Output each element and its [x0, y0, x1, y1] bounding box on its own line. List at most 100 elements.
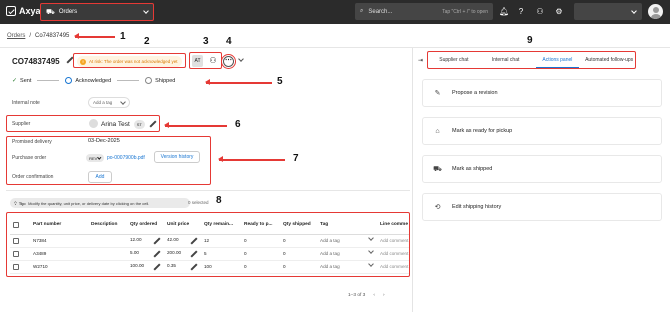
annotation-label-2: 2: [144, 36, 150, 47]
cell-tag[interactable]: Add a tag: [317, 247, 377, 261]
organization-selector[interactable]: [574, 3, 642, 20]
col-line-comment[interactable]: Line comme: [377, 216, 409, 235]
cell-description[interactable]: [88, 234, 127, 248]
action-label: Mark as ready for pickup: [452, 128, 513, 134]
supplier-name[interactable]: Arina Test ST: [101, 120, 156, 129]
cell-line-comment[interactable]: Add comment: [377, 247, 409, 261]
table-header-row: Part number Description Qty ordered Unit…: [10, 216, 409, 235]
propose-revision-action[interactable]: ✎ Propose a revision: [422, 79, 662, 107]
search-placeholder: Search...: [368, 8, 393, 15]
cell-qty-remaining: 5: [201, 247, 241, 261]
user-avatar[interactable]: [648, 4, 663, 19]
col-ready-to-pickup[interactable]: Ready to p...: [241, 216, 280, 235]
annotation-arrow-7: [218, 156, 285, 162]
col-unit-price[interactable]: Unit price: [164, 216, 201, 235]
prev-page-icon[interactable]: ‹: [373, 293, 375, 298]
edit-pencil-icon[interactable]: [153, 251, 160, 258]
qty-value: 100.00: [130, 262, 145, 268]
annotation-arrow-1: [74, 33, 115, 39]
tip-label: Tip:: [18, 200, 27, 206]
edit-shipping-history-action[interactable]: ⟲ Edit shipping history: [422, 193, 662, 221]
next-page-icon[interactable]: ›: [383, 293, 385, 298]
cell-line-comment[interactable]: Add comment: [377, 260, 409, 274]
cell-qty-ordered[interactable]: 5.00: [127, 247, 164, 261]
panel-divider: [412, 48, 413, 312]
module-label: Orders: [58, 9, 78, 15]
col-qty-shipped[interactable]: Qty shipped: [280, 216, 317, 235]
cell-qty-ordered[interactable]: 100.00: [127, 260, 164, 274]
chevron-down-icon: [368, 235, 374, 241]
promised-delivery-value[interactable]: 03-Dec-2025: [88, 138, 120, 144]
cell-ready-to-pickup[interactable]: 0: [241, 234, 280, 248]
row-checkbox[interactable]: [10, 247, 30, 261]
cell-line-comment[interactable]: Add comment: [377, 234, 409, 248]
module-selector[interactable]: ⛟ Orders: [40, 3, 154, 21]
top-bar: Axya ⛟ Orders ⌕ Search... Tap "Ctrl + /"…: [0, 0, 670, 24]
order-id: CO74837495: [12, 57, 60, 66]
select-all-checkbox[interactable]: [10, 216, 30, 235]
cell-ready-to-pickup[interactable]: 0: [241, 247, 280, 261]
cell-qty-shipped: 0: [280, 260, 317, 274]
truck-icon: ⛟: [433, 165, 442, 173]
app-logo[interactable]: Axya: [6, 6, 41, 16]
annotation-arrow-6: [164, 122, 227, 128]
tip-text: Modify the quantity, unit price, or deli…: [28, 200, 150, 206]
edit-pencil-icon[interactable]: [153, 238, 160, 245]
in-progress-icon: [65, 77, 73, 84]
cell-part-number: W2710: [30, 260, 88, 274]
global-search[interactable]: ⌕ Search... Tap "Ctrl + /" to open: [355, 3, 493, 20]
po-file-link[interactable]: po-0007900b.pdf: [107, 155, 145, 161]
col-qty-ordered[interactable]: Qty ordered: [127, 216, 164, 235]
add-user-icon[interactable]: ⚇: [535, 7, 545, 17]
add-confirmation-button[interactable]: Add: [88, 171, 112, 183]
supplier-name-text: Arina Test: [101, 121, 130, 128]
checkmark-icon: ✓: [12, 78, 18, 84]
edit-pencil-icon[interactable]: [153, 264, 160, 271]
mark-shipped-action[interactable]: ⛟ Mark as shipped: [422, 155, 662, 183]
tab-internal-chat[interactable]: Internal chat: [480, 52, 532, 68]
col-tag[interactable]: Tag: [317, 216, 377, 235]
version-history-button[interactable]: Version history: [154, 151, 200, 163]
revision-label: REV: [89, 155, 98, 161]
add-tag-select[interactable]: Add a tag: [88, 97, 130, 108]
cell-unit-price[interactable]: 200.00: [164, 247, 201, 261]
row-checkbox[interactable]: [10, 260, 30, 274]
annotation-arrow-5: [205, 79, 272, 85]
cell-ready-to-pickup[interactable]: 0: [241, 260, 280, 274]
col-description[interactable]: Description: [88, 216, 127, 235]
collapse-panel-icon[interactable]: ⇥: [418, 57, 423, 64]
tab-automated-follow-ups[interactable]: Automated follow-ups: [583, 52, 635, 68]
col-part-number[interactable]: Part number: [30, 216, 88, 235]
tip-banner: 💡︎ Tip: Modify the quantity, unit price,…: [10, 198, 190, 208]
cell-description[interactable]: [88, 260, 127, 274]
edit-pencil-icon[interactable]: [149, 121, 156, 128]
integration-icon[interactable]: ⚙︎: [554, 7, 564, 17]
cell-tag[interactable]: Add a tag: [317, 234, 377, 248]
pending-icon: [145, 77, 153, 84]
cell-description[interactable]: [88, 247, 127, 261]
chevron-down-icon[interactable]: [238, 56, 244, 62]
mark-ready-for-pickup-action[interactable]: ⌂ Mark as ready for pickup: [422, 117, 662, 145]
selection-count: 0 selected: [188, 200, 209, 205]
order-title: CO74837495: [12, 57, 73, 66]
cell-unit-price[interactable]: 0.35: [164, 260, 201, 274]
tab-supplier-chat[interactable]: Supplier chat: [428, 52, 480, 68]
edit-pencil-icon[interactable]: [190, 264, 197, 271]
cell-qty-ordered[interactable]: 12.00: [127, 234, 164, 248]
row-checkbox[interactable]: [10, 234, 30, 248]
edit-pencil-icon[interactable]: [190, 238, 197, 245]
col-qty-remaining[interactable]: Qty remain...: [201, 216, 241, 235]
revision-select[interactable]: REV: [86, 154, 104, 162]
breadcrumb-anchor: [2, 30, 70, 42]
order-lines-table: Part number Description Qty ordered Unit…: [10, 216, 409, 274]
help-icon[interactable]: ?: [516, 7, 526, 17]
tab-actions-panel[interactable]: Actions panel: [532, 52, 584, 68]
edit-pencil-icon[interactable]: [66, 57, 73, 64]
logo-text: Axya: [19, 6, 41, 16]
bell-icon[interactable]: 🔔︎: [499, 7, 509, 17]
status-highlight: [73, 53, 186, 68]
cell-unit-price[interactable]: 42.00: [164, 234, 201, 248]
supplier-contact-chip[interactable]: ST: [133, 120, 145, 129]
cell-tag[interactable]: Add a tag: [317, 260, 377, 274]
edit-pencil-icon[interactable]: [190, 251, 197, 258]
